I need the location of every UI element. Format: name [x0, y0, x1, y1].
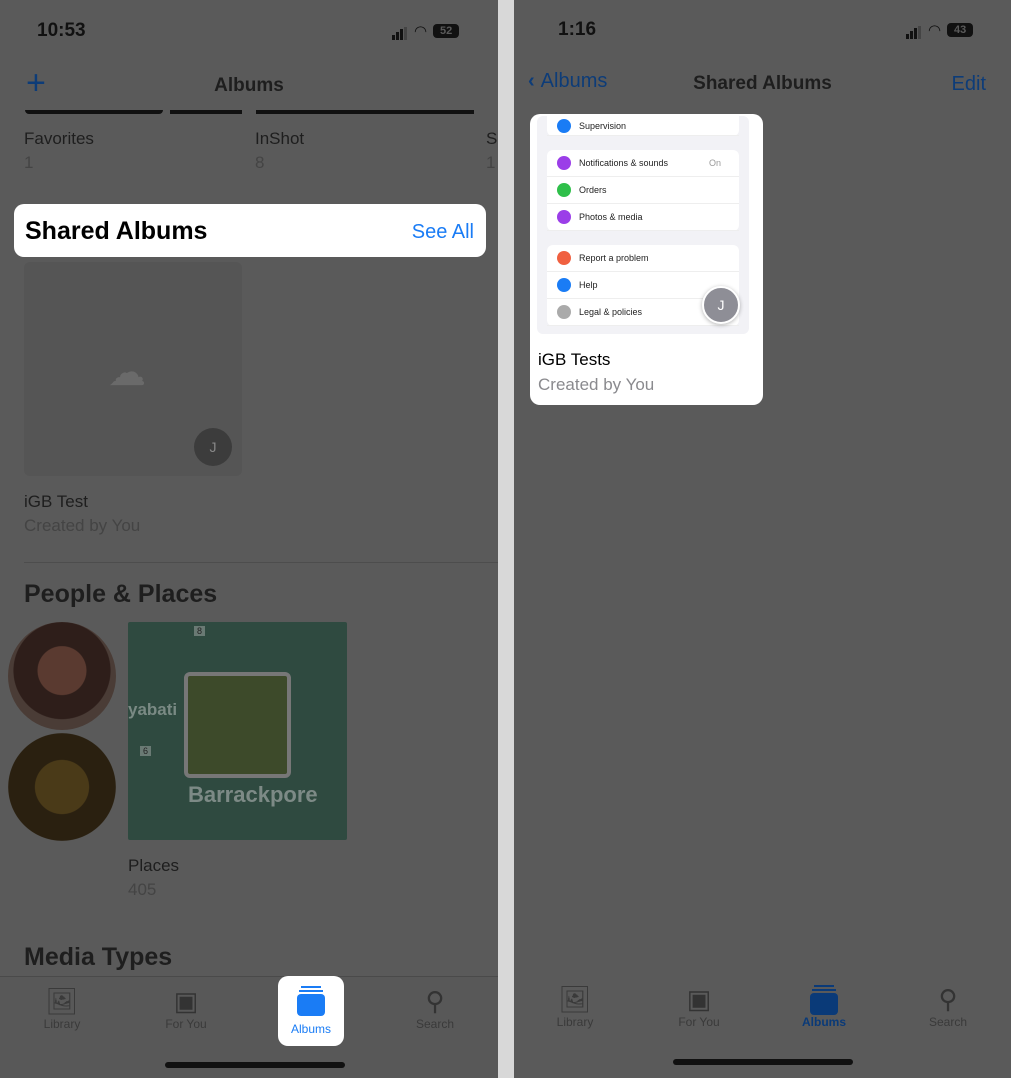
avatar: J	[702, 286, 740, 324]
shared-album-thumbnail[interactable]: ☁ J	[24, 262, 242, 476]
shared-album-name: iGB Test	[24, 492, 88, 511]
person-avatar[interactable]	[8, 622, 116, 730]
for-you-icon: ▣	[173, 986, 199, 1016]
photos-icon: 🖼	[558, 984, 592, 1014]
tab-for-you[interactable]: ▣ For You	[151, 985, 221, 1031]
wifi-icon: ◠	[414, 23, 428, 40]
tab-search[interactable]: ⚲ Search	[913, 983, 983, 1029]
person-avatar[interactable]	[8, 733, 116, 841]
left-screenshot: 10:53 ◠ 52 + Albums Favorites 1 InShot 8 S…	[0, 0, 498, 1078]
photos-icon: 🖼	[45, 986, 79, 1016]
places-count: 405	[128, 880, 157, 899]
section-title: Shared Albums	[25, 217, 208, 245]
album-thumbnail: Supervision Notifications & sounds On Ord…	[537, 116, 749, 334]
albums-icon	[297, 986, 325, 1016]
status-time: 10:53	[37, 20, 86, 41]
shared-albums-header: Shared Albums See All	[14, 204, 486, 257]
for-you-icon: ▣	[686, 984, 712, 1014]
media-types-title: Media Types	[24, 943, 173, 971]
album-name: iGB Tests	[538, 350, 611, 369]
album-sub: Created by You	[538, 375, 655, 394]
tab-albums[interactable]: Albums	[789, 983, 859, 1029]
tab-library[interactable]: 🖼 Library	[27, 985, 97, 1031]
search-icon: ⚲	[938, 984, 958, 1014]
people-places-title: People & Places	[24, 580, 218, 608]
home-indicator	[165, 1062, 345, 1068]
edit-button[interactable]: Edit	[952, 73, 986, 96]
albums-icon	[810, 985, 838, 1015]
status-icons: ◠ 52	[392, 22, 460, 40]
search-icon: ⚲	[425, 986, 445, 1016]
tab-albums[interactable]: Albums	[278, 976, 344, 1046]
tab-library[interactable]: 🖼 Library	[540, 983, 610, 1029]
shared-album-card[interactable]: Supervision Notifications & sounds On Ord…	[530, 114, 763, 405]
wifi-icon: ◠	[928, 22, 942, 39]
place-photo	[184, 672, 291, 778]
album-favorites[interactable]: Favorites 1	[24, 129, 94, 173]
tab-search[interactable]: ⚲ Search	[400, 985, 470, 1031]
places-label: Places	[128, 856, 180, 875]
places-map[interactable]: yabati 8 6 Barrackpore	[128, 622, 347, 840]
signal-icon	[392, 22, 408, 40]
shared-album-sub: Created by You	[24, 516, 141, 535]
tab-for-you[interactable]: ▣ For You	[664, 983, 734, 1029]
album-partial[interactable]: S1	[486, 129, 497, 173]
home-indicator	[673, 1059, 853, 1065]
signal-icon	[906, 21, 922, 39]
map-label: Barrackpore	[188, 782, 318, 807]
status-icons: ◠ 43	[906, 21, 974, 39]
see-all-button[interactable]: See All	[412, 221, 474, 244]
battery-icon: 52	[433, 24, 460, 38]
cloud-icon: ☁	[108, 352, 146, 394]
battery-icon: 43	[947, 23, 974, 37]
album-inshot[interactable]: InShot 8	[255, 129, 304, 173]
status-time: 1:16	[558, 19, 597, 40]
right-screenshot: 1:16 ◠ 43 ‹ Albums Shared Albums Edit Sup…	[514, 0, 1011, 1078]
nav-title: Shared Albums	[693, 73, 832, 94]
avatar: J	[194, 428, 232, 466]
nav-title: Albums	[214, 75, 284, 96]
